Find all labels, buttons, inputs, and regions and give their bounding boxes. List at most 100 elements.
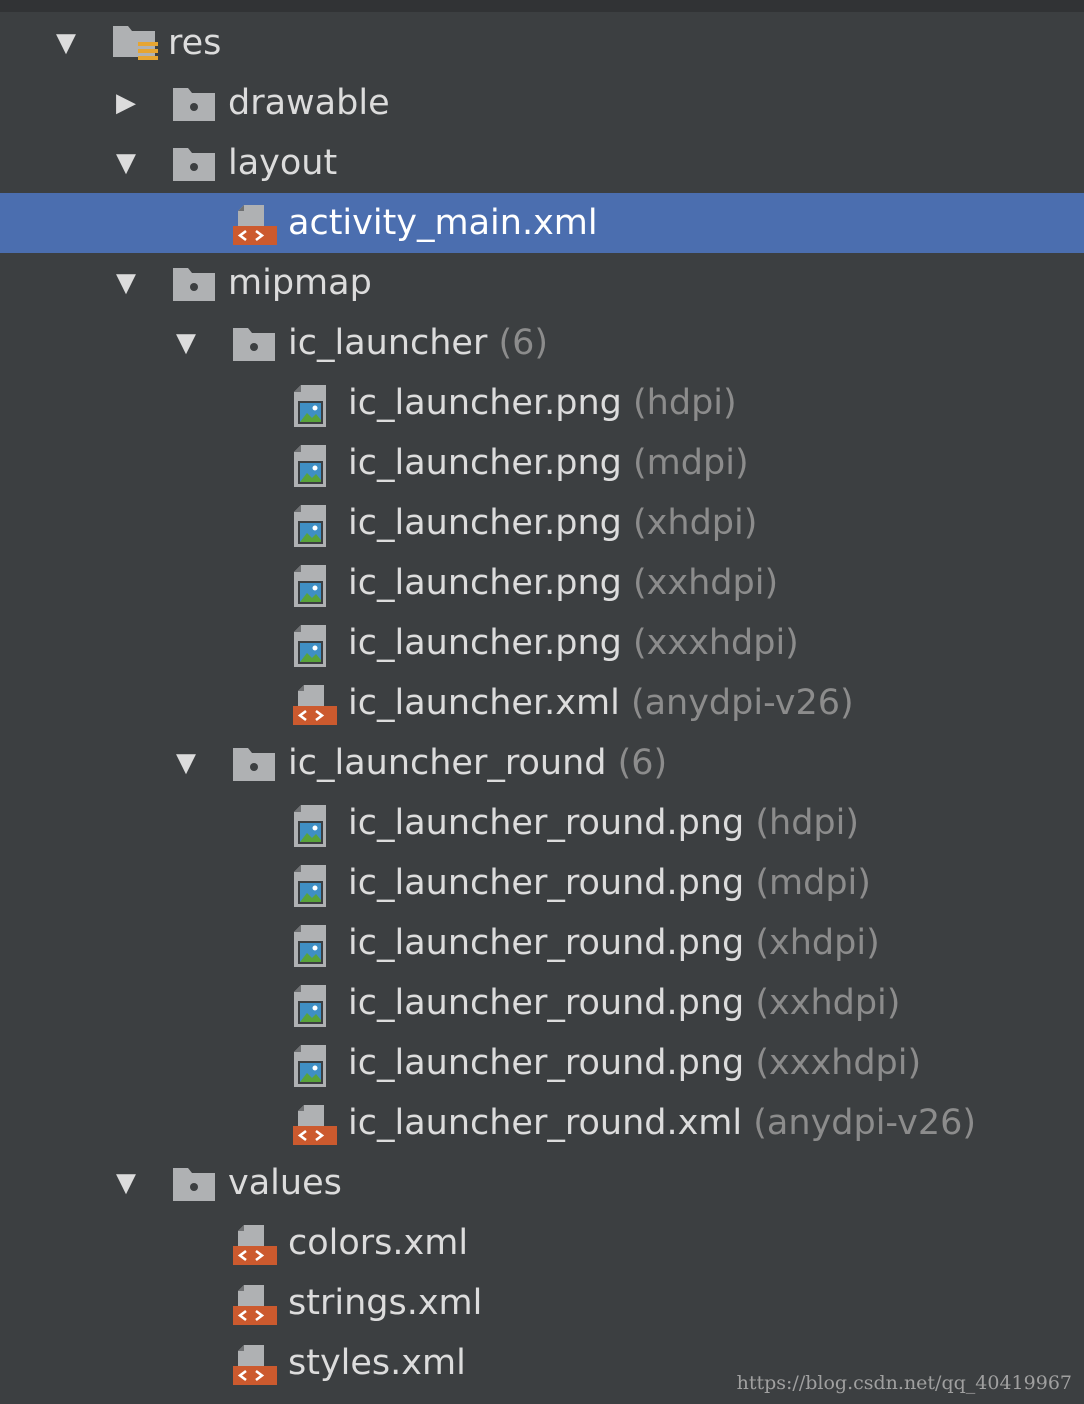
- image-file-icon: [292, 984, 336, 1027]
- tree-row[interactable]: ▶ drawable: [0, 73, 1084, 133]
- tree-row[interactable]: ic_launcher_round.png (xxxhdpi): [0, 1033, 1084, 1093]
- tree-row-label: strings.xml: [288, 1273, 482, 1333]
- tree-row-label: ic_launcher.png (xhdpi): [348, 493, 757, 553]
- expand-arrow-icon[interactable]: ▶: [106, 73, 146, 133]
- tree-row-label: layout: [228, 133, 337, 193]
- tree-row-label: ic_launcher_round.png (mdpi): [348, 853, 871, 913]
- project-tree: ▼ res ▶ drawable ▼ layout activity_main.xml ▼ mi…: [0, 0, 1084, 1404]
- tree-row[interactable]: ic_launcher.xml (anydpi-v26): [0, 673, 1084, 733]
- item-name: layout: [228, 143, 338, 183]
- xml-file-icon: [292, 1104, 337, 1145]
- item-name: ic_launcher_round.png: [348, 923, 745, 963]
- image-file-icon: [292, 804, 336, 847]
- item-name: activity_main.xml: [288, 203, 598, 243]
- collapse-arrow-icon[interactable]: ▼: [46, 13, 86, 73]
- tree-row[interactable]: ic_launcher_round.xml (anydpi-v26): [0, 1093, 1084, 1153]
- xml-file-icon: [232, 1224, 277, 1265]
- image-file-icon: [292, 564, 336, 607]
- item-name: values: [228, 1163, 342, 1203]
- header-strip: [0, 0, 1084, 12]
- item-name: colors.xml: [288, 1223, 469, 1263]
- tree-row[interactable]: ▼ layout: [0, 133, 1084, 193]
- tree-row[interactable]: activity_main.xml: [0, 193, 1084, 253]
- tree-row-label: ic_launcher_round.png (xxxhdpi): [348, 1033, 921, 1093]
- xml-file-icon: [232, 1344, 277, 1385]
- item-qualifier: (6): [498, 323, 549, 363]
- image-file-icon: [292, 624, 336, 667]
- folder-icon: [232, 324, 276, 362]
- collapse-arrow-icon[interactable]: ▼: [166, 313, 206, 373]
- item-name: ic_launcher.png: [348, 623, 622, 663]
- tree-row[interactable]: ▼ res: [0, 13, 1084, 73]
- item-name: ic_launcher_round: [288, 743, 607, 783]
- item-name: ic_launcher.png: [348, 383, 622, 423]
- tree-row-label: ic_launcher_round (6): [288, 733, 667, 793]
- tree-row-label: mipmap: [228, 253, 372, 313]
- item-qualifier: (xxxhdpi): [633, 623, 799, 663]
- item-name: ic_launcher.png: [348, 503, 622, 543]
- image-file-icon: [292, 444, 336, 487]
- tree-row-label: ic_launcher_round.png (xhdpi): [348, 913, 880, 973]
- image-file-icon: [292, 864, 336, 907]
- item-name: ic_launcher_round.png: [348, 983, 745, 1023]
- item-name: ic_launcher_round.png: [348, 1043, 745, 1083]
- tree-row[interactable]: ic_launcher.png (xxxhdpi): [0, 613, 1084, 673]
- image-file-icon: [292, 384, 336, 427]
- item-name: drawable: [228, 83, 390, 123]
- xml-file-icon: [232, 204, 277, 245]
- tree-row-label: drawable: [228, 73, 390, 133]
- item-name: styles.xml: [288, 1343, 466, 1383]
- collapse-arrow-icon[interactable]: ▼: [166, 733, 206, 793]
- collapse-arrow-icon[interactable]: ▼: [106, 1153, 146, 1213]
- collapse-arrow-icon[interactable]: ▼: [106, 133, 146, 193]
- tree-row[interactable]: ic_launcher_round.png (xhdpi): [0, 913, 1084, 973]
- item-qualifier: (hdpi): [755, 803, 860, 843]
- tree-row[interactable]: ic_launcher_round.png (xxhdpi): [0, 973, 1084, 1033]
- tree-row[interactable]: ic_launcher.png (hdpi): [0, 373, 1084, 433]
- collapse-arrow-icon[interactable]: ▼: [106, 253, 146, 313]
- image-file-icon: [292, 1044, 336, 1087]
- item-name: ic_launcher_round.png: [348, 863, 745, 903]
- tree-row[interactable]: ic_launcher.png (xxhdpi): [0, 553, 1084, 613]
- item-name: ic_launcher_round.png: [348, 803, 745, 843]
- tree-row-label: ic_launcher (6): [288, 313, 548, 373]
- item-qualifier: (xxhdpi): [755, 983, 901, 1023]
- item-name: ic_launcher.png: [348, 563, 622, 603]
- tree-row-label: ic_launcher.png (xxxhdpi): [348, 613, 799, 673]
- item-qualifier: (6): [617, 743, 668, 783]
- tree-row[interactable]: ic_launcher.png (xhdpi): [0, 493, 1084, 553]
- tree-row-label: ic_launcher_round.png (xxhdpi): [348, 973, 900, 1033]
- tree-row-label: ic_launcher.png (xxhdpi): [348, 553, 778, 613]
- item-qualifier: (xhdpi): [755, 923, 880, 963]
- tree-row-label: ic_launcher.xml (anydpi-v26): [348, 673, 854, 733]
- item-qualifier: (anydpi-v26): [753, 1103, 977, 1143]
- item-name: ic_launcher.xml: [348, 683, 620, 723]
- item-qualifier: (xxhdpi): [633, 563, 779, 603]
- folder-icon: [232, 744, 276, 782]
- tree-row-label: activity_main.xml: [288, 193, 598, 253]
- tree-row[interactable]: ▼ mipmap: [0, 253, 1084, 313]
- tree-row[interactable]: ic_launcher.png (mdpi): [0, 433, 1084, 493]
- tree-row[interactable]: ▼ ic_launcher (6): [0, 313, 1084, 373]
- image-file-icon: [292, 924, 336, 967]
- tree-row-label: ic_launcher.png (hdpi): [348, 373, 737, 433]
- xml-file-icon: [292, 684, 337, 725]
- tree-row[interactable]: ▼ ic_launcher_round (6): [0, 733, 1084, 793]
- res-folder-icon: [112, 24, 158, 62]
- watermark: https://blog.csdn.net/qq_40419967: [736, 1372, 1072, 1394]
- tree-row[interactable]: ic_launcher_round.png (mdpi): [0, 853, 1084, 913]
- item-name: res: [168, 23, 222, 63]
- tree-row[interactable]: colors.xml: [0, 1213, 1084, 1273]
- item-name: ic_launcher_round.xml: [348, 1103, 743, 1143]
- tree-row[interactable]: strings.xml: [0, 1273, 1084, 1333]
- tree-row[interactable]: ▼ values: [0, 1153, 1084, 1213]
- item-qualifier: (hdpi): [633, 383, 737, 423]
- tree-row[interactable]: ic_launcher_round.png (hdpi): [0, 793, 1084, 853]
- item-qualifier: (anydpi-v26): [630, 683, 854, 723]
- tree-row-label: ic_launcher_round.png (hdpi): [348, 793, 859, 853]
- tree-row-label: colors.xml: [288, 1213, 468, 1273]
- folder-icon: [172, 84, 216, 122]
- item-name: mipmap: [228, 263, 372, 303]
- tree-row-label: ic_launcher_round.xml (anydpi-v26): [348, 1093, 976, 1153]
- folder-icon: [172, 264, 216, 302]
